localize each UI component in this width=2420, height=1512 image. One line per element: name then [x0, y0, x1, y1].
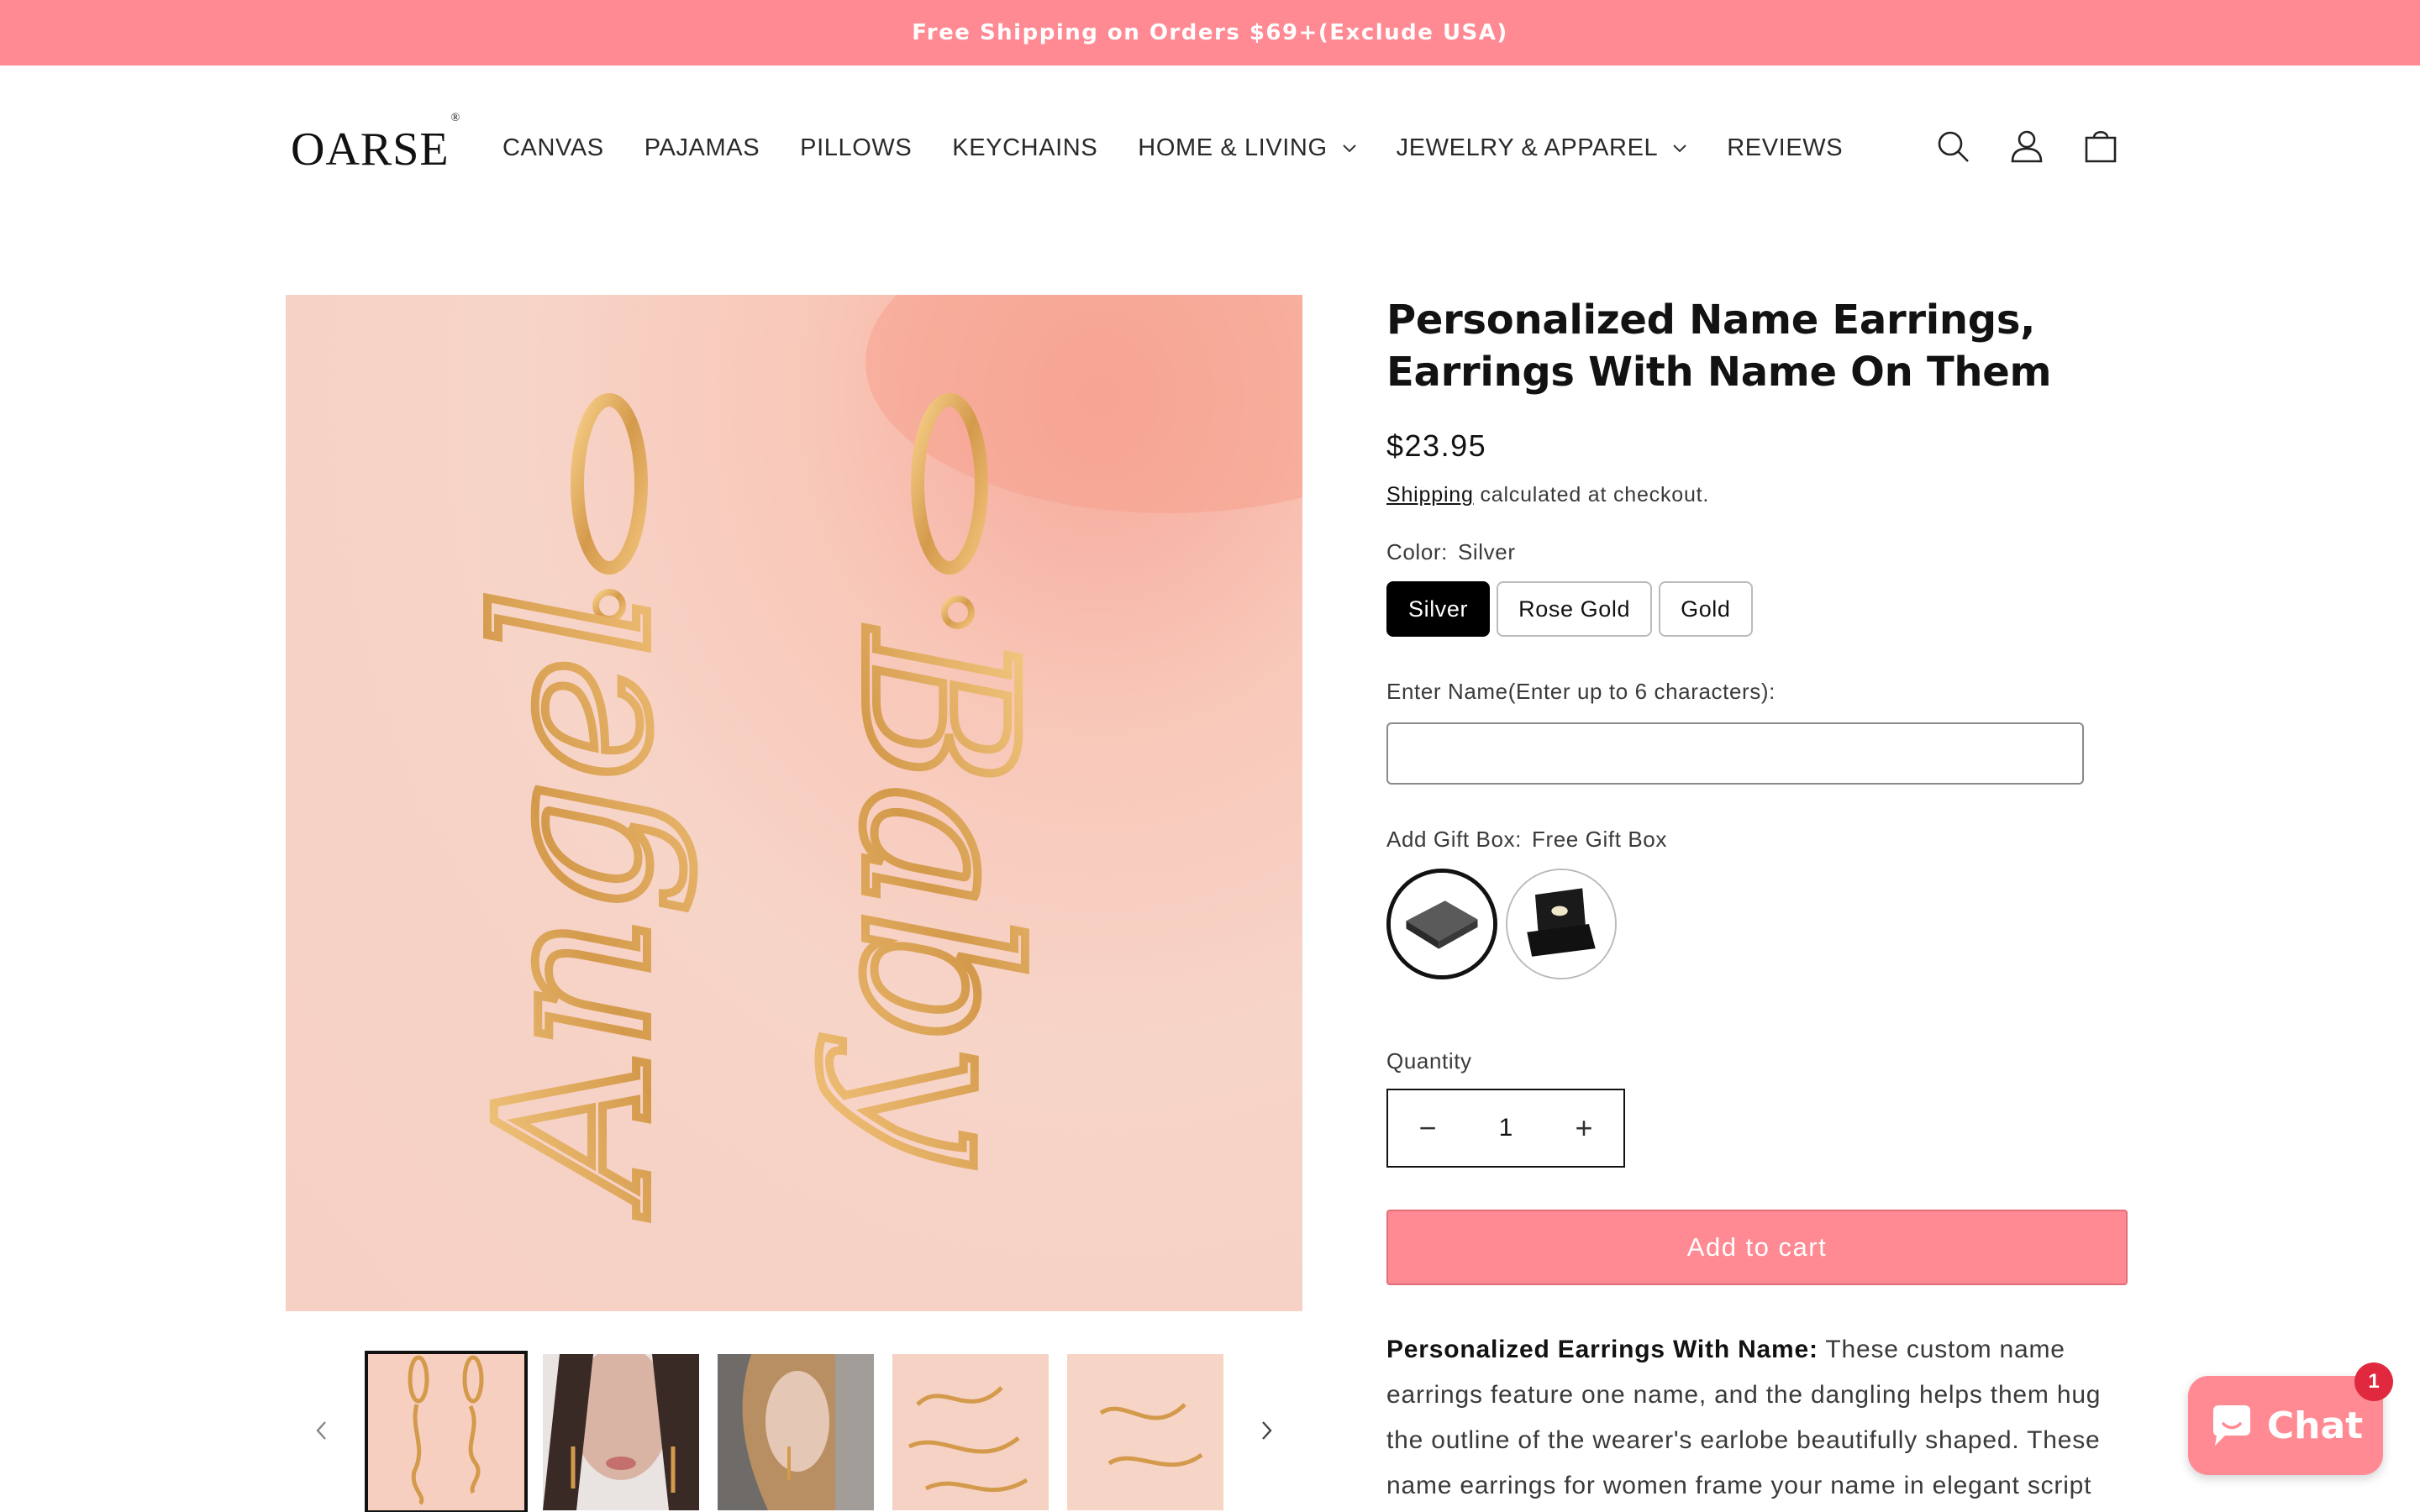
- nav-reviews[interactable]: REVIEWS: [1727, 134, 1843, 162]
- account-icon[interactable]: [2007, 126, 2047, 166]
- chat-notification-badge: 1: [2354, 1362, 2393, 1401]
- nav-label: PAJAMAS: [644, 134, 760, 161]
- color-options: Silver Rose Gold Gold: [1386, 581, 1760, 637]
- thumb-image: [1067, 1354, 1223, 1510]
- led-box-icon: [1507, 870, 1615, 978]
- thumb-image: [543, 1354, 699, 1510]
- color-option-silver[interactable]: Silver: [1386, 581, 1491, 637]
- chat-label: Chat: [2266, 1404, 2364, 1447]
- color-label-text: Color:: [1386, 539, 1448, 564]
- search-icon[interactable]: [1933, 126, 1973, 166]
- thumbnail-4[interactable]: [892, 1354, 1049, 1510]
- product-description: Personalized Earrings With Name: These c…: [1386, 1327, 2143, 1509]
- gift-box-led[interactable]: [1506, 869, 1617, 979]
- thumb-prev-button[interactable]: [309, 1418, 334, 1443]
- announcement-bar: Free Shipping on Orders $69+(Exclude USA…: [0, 0, 2420, 66]
- svg-text:Angel: Angel: [452, 590, 697, 1220]
- thumb-image: [892, 1354, 1049, 1510]
- product-main-image[interactable]: Angel Baby: [286, 295, 1302, 1311]
- chevron-down-icon: [1673, 144, 1686, 152]
- thumbnail-2[interactable]: [543, 1354, 699, 1510]
- thumb-image: [718, 1354, 874, 1510]
- thumbnail-1[interactable]: [365, 1351, 528, 1512]
- nav-label: JEWELRY & APPAREL: [1396, 134, 1659, 161]
- color-option-gold[interactable]: Gold: [1659, 581, 1753, 637]
- chevron-left-icon: [316, 1421, 326, 1440]
- nav-label: PILLOWS: [800, 134, 913, 161]
- quantity-decrease-button[interactable]: −: [1388, 1090, 1467, 1166]
- main-nav: CANVAS PAJAMAS PILLOWS KEYCHAINS HOME & …: [502, 134, 1883, 162]
- nav-keychains[interactable]: KEYCHAINS: [952, 134, 1097, 162]
- gift-box-options: [1386, 869, 1625, 979]
- logo-text: OARSE: [291, 123, 450, 176]
- nav-home-living[interactable]: HOME & LIVING: [1138, 134, 1356, 162]
- logo[interactable]: OARSE®: [291, 112, 460, 176]
- nav-label: HOME & LIVING: [1138, 134, 1328, 161]
- shipping-suffix: calculated at checkout.: [1473, 483, 1710, 507]
- nav-label: CANVAS: [502, 134, 604, 161]
- product-price: $23.95: [1386, 428, 1487, 463]
- gift-label-text: Add Gift Box:: [1386, 827, 1522, 852]
- baby-text: Baby: [812, 623, 1065, 1170]
- nav-label: KEYCHAINS: [952, 134, 1098, 161]
- shipping-note: Shipping calculated at checkout.: [1386, 483, 1709, 507]
- product-title: Personalized Name Earrings, Earrings Wit…: [1386, 297, 2052, 396]
- add-to-cart-button[interactable]: Add to cart: [1386, 1210, 2128, 1285]
- nav-pajamas[interactable]: PAJAMAS: [644, 134, 760, 162]
- quantity-increase-button[interactable]: +: [1544, 1090, 1623, 1166]
- quantity-label: Quantity: [1386, 1048, 1472, 1074]
- color-label: Color: Silver: [1386, 539, 1516, 565]
- announcement-text: Free Shipping on Orders $69+(Exclude USA…: [912, 20, 1508, 45]
- nav-pillows[interactable]: PILLOWS: [800, 134, 912, 162]
- thumb-image: [368, 1354, 524, 1510]
- description-heading: Personalized Earrings With Name:: [1386, 1336, 1818, 1363]
- chat-button[interactable]: Chat: [2188, 1376, 2383, 1475]
- chevron-down-icon: [1342, 144, 1356, 152]
- nav-label: REVIEWS: [1727, 134, 1844, 161]
- name-label: Enter Name(Enter up to 6 characters):: [1386, 679, 1776, 704]
- chat-bubble-icon: [2212, 1405, 2250, 1446]
- nav-canvas[interactable]: CANVAS: [502, 134, 604, 162]
- angel-text: Angel: [448, 585, 701, 1224]
- color-value: Silver: [1457, 539, 1516, 564]
- header-icons: [1933, 126, 2154, 166]
- earrings-image: Angel Baby: [448, 295, 1302, 1224]
- quantity-stepper: − 1 +: [1386, 1089, 1625, 1168]
- quantity-value[interactable]: 1: [1467, 1114, 1544, 1142]
- thumbnail-5[interactable]: [1067, 1354, 1223, 1510]
- name-input[interactable]: [1386, 722, 2084, 785]
- logo-trademark: ®: [450, 112, 461, 125]
- thumbnail-strip: [286, 1351, 1302, 1512]
- shipping-link[interactable]: Shipping: [1386, 483, 1474, 507]
- gift-value: Free Gift Box: [1531, 827, 1667, 852]
- thumbnail-3[interactable]: [718, 1354, 874, 1510]
- thumb-next-button[interactable]: [1254, 1418, 1279, 1443]
- gift-label: Add Gift Box: Free Gift Box: [1386, 827, 1667, 853]
- gift-box-free[interactable]: [1386, 869, 1497, 979]
- nav-jewelry-apparel[interactable]: JEWELRY & APPAREL: [1397, 134, 1687, 162]
- chevron-right-icon: [1262, 1421, 1272, 1440]
- cart-icon[interactable]: [2081, 126, 2121, 166]
- svg-text:Baby: Baby: [816, 627, 1060, 1166]
- color-option-rose-gold[interactable]: Rose Gold: [1497, 581, 1653, 637]
- site-header: OARSE® CANVAS PAJAMAS PILLOWS KEYCHAINS …: [0, 66, 2420, 234]
- gift-box-icon: [1391, 873, 1493, 975]
